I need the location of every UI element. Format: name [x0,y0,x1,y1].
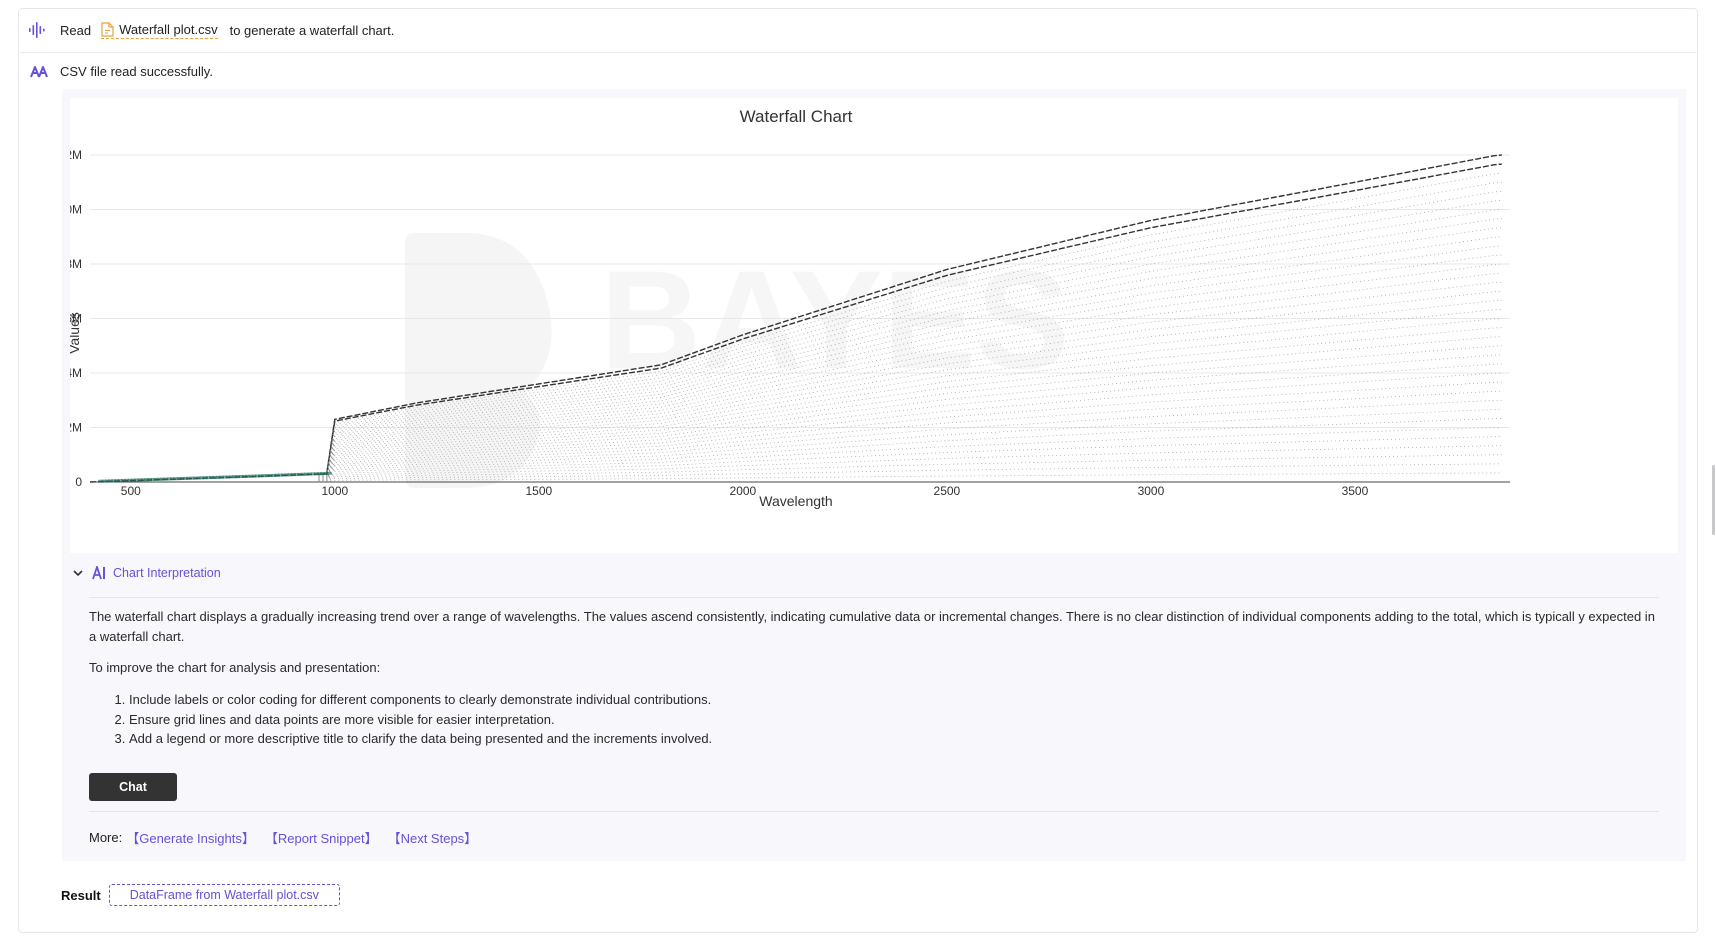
x-tick-label: 1500 [525,484,552,498]
more-label: More: [89,830,123,845]
y-tick-label: 4M [70,366,82,380]
y-tick-label: 0M [70,203,82,217]
list-item: Include labels or color coding for diffe… [129,690,1659,710]
watermark-logo [405,233,552,488]
list-item: Add a legend or more descriptive title t… [129,729,1659,749]
more-actions: More: 【Generate Insights】 【Report Snippe… [89,828,487,847]
y-axis-label: Values [70,312,82,354]
y-tick-label: 2M [70,148,82,162]
read-label: Read [60,22,92,38]
header-rest-text: to generate a waterfall chart. [229,22,395,38]
x-tick-label: 2500 [934,484,961,498]
x-axis-ticks: 500 1000 1500 2000 2500 3000 3500 [121,484,1369,498]
y-tick-label: 8M [70,257,82,271]
x-axis-label: Wavelength [759,493,832,509]
chart-interpretation-toggle[interactable]: Chart Interpretation [72,566,221,580]
list-item: Ensure grid lines and data points are mo… [129,710,1659,730]
file-name: Waterfall plot.csv [119,21,218,37]
chat-button[interactable]: Chat [89,773,177,801]
tool-call-header: Read Waterfall plot.csv to generate a wa… [18,8,1698,53]
chart-grid [90,154,1510,483]
x-tick-label: 3500 [1342,484,1369,498]
y-tick-label: 2M [70,421,82,435]
ai-icon [92,566,105,580]
dataframe-chip[interactable]: DataFrame from Waterfall plot.csv [108,884,340,906]
x-tick-label: 500 [121,484,141,498]
assistant-logo-icon [30,65,48,77]
scrollbar-thumb[interactable] [1712,465,1715,535]
x-tick-label: 2000 [730,484,757,498]
divider [89,811,1659,812]
waterfall-chart: BAYES 02M4M6M8M0M2M 50010001500200025003… [70,98,1678,553]
y-tick-label: 0 [75,475,82,489]
status-message: CSV file read successfully. [60,64,213,79]
result-label: Result [61,887,101,903]
interpretation-body: The waterfall chart displays a gradually… [89,607,1659,749]
divider [89,597,1659,598]
file-link[interactable]: Waterfall plot.csv [101,22,218,39]
audio-wave-icon [29,22,45,38]
chart-svg: BAYES 02M4M6M8M0M2M 50010001500200025003… [70,107,1510,509]
x-tick-label: 1000 [321,484,348,498]
next-steps-link[interactable]: 【Next Steps】 [388,828,478,847]
data-point [326,471,332,475]
chevron-down-icon [73,570,83,577]
status-line: CSV file read successfully. [30,64,213,79]
file-icon [101,21,114,37]
interpretation-heading: Chart Interpretation [113,566,221,580]
generate-insights-link[interactable]: 【Generate Insights】 [126,828,255,847]
chart-title: Waterfall Chart [740,107,853,126]
result-row: Result DataFrame from Waterfall plot.csv [61,884,340,906]
x-tick-label: 3000 [1138,484,1165,498]
improve-intro: To improve the chart for analysis and pr… [89,660,381,675]
improvement-list: Include labels or color coding for diffe… [129,690,1659,749]
interpretation-paragraph: The waterfall chart displays a gradually… [89,609,1655,644]
report-snippet-link[interactable]: 【Report Snippet】 [265,828,378,847]
